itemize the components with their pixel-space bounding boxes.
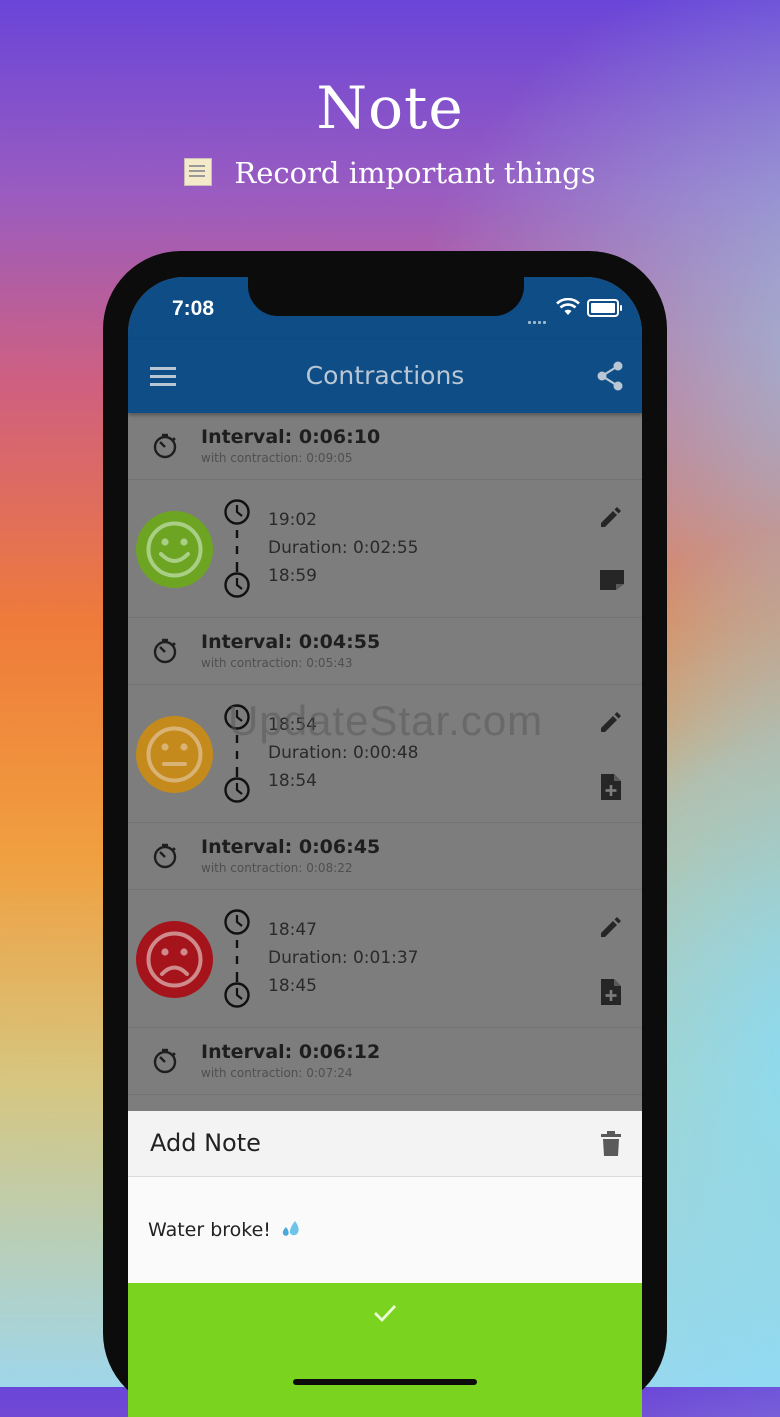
edit-icon[interactable] [598,504,624,530]
contraction-row[interactable]: 18:47 Duration: 0:01:37 18:45 [128,890,642,1028]
note-text: Water broke! [148,1219,271,1241]
share-icon[interactable] [596,361,624,391]
edit-icon[interactable] [598,709,624,735]
neutral-face-icon [136,716,213,793]
watermark: UpdateStar.com [228,697,544,744]
check-icon [374,1305,397,1323]
contraction-row[interactable]: 19:02 Duration: 0:02:55 18:59 [128,480,642,618]
note-input[interactable]: Water broke! [148,1219,303,1241]
interval-with-contraction: with contraction: 0:09:05 [201,451,353,465]
contraction-end-time: 19:02 [268,510,317,530]
stopwatch-icon [153,638,177,664]
sad-face-icon [136,921,213,998]
confirm-button[interactable] [128,1283,642,1417]
interval-row: Interval: 0:06:10 with contraction: 0:09… [128,413,642,480]
note-input-area[interactable]: Water broke! [128,1177,642,1283]
stopwatch-icon [153,1048,177,1074]
contraction-duration: Duration: 0:01:37 [268,948,419,968]
app-bar: Contractions [128,339,642,413]
add-note-sheet: Add Note Water broke! [128,1111,642,1417]
notch [248,277,524,316]
interval-value: Interval: 0:06:10 [201,426,381,448]
contraction-list: Interval: 0:06:10 with contraction: 0:09… [128,413,642,1095]
promo-subtitle: Record important things [234,156,596,190]
interval-with-contraction: with contraction: 0:08:22 [201,861,353,875]
edit-icon[interactable] [598,914,624,940]
status-time: 7:08 [172,297,215,320]
sheet-header: Add Note [128,1111,642,1177]
droplets-icon [282,1221,299,1236]
stopwatch-icon [153,433,177,459]
contraction-duration: Duration: 0:02:55 [268,538,419,558]
home-indicator [293,1379,477,1385]
interval-value: Interval: 0:06:45 [201,836,381,858]
interval-row: Interval: 0:06:12 with contraction: 0:07… [128,1028,642,1095]
battery-icon [587,299,622,317]
memo-icon [184,158,213,186]
interval-value: Interval: 0:04:55 [201,631,381,653]
phone-screen: 7:08 Contractions Interval: 0:06:10 with… [128,277,642,1417]
cellular-signal-icon [528,309,550,324]
phone-frame: 7:08 Contractions Interval: 0:06:10 with… [103,251,667,1417]
timeline-icon [224,909,250,1008]
app-title: Contractions [305,361,465,390]
contraction-duration: Duration: 0:00:48 [268,743,419,763]
contraction-start-time: 18:59 [268,566,317,586]
trash-icon[interactable] [600,1131,622,1157]
wifi-icon [556,298,580,315]
sheet-title: Add Note [150,1129,261,1157]
note-icon[interactable] [598,568,626,592]
promo-subtitle-row: Record important things [0,156,780,190]
interval-row: Interval: 0:06:45 with contraction: 0:08… [128,823,642,890]
interval-with-contraction: with contraction: 0:05:43 [201,656,353,670]
stopwatch-icon [153,843,177,869]
contraction-end-time: 18:47 [268,920,317,940]
interval-with-contraction: with contraction: 0:07:24 [201,1066,353,1080]
interval-row: Interval: 0:04:55 with contraction: 0:05… [128,618,642,685]
happy-face-icon [136,511,213,588]
note-add-icon[interactable] [598,978,624,1006]
contraction-start-time: 18:54 [268,771,317,791]
promo-title: Note [316,74,464,142]
timeline-icon [224,499,250,598]
contraction-start-time: 18:45 [268,976,317,996]
interval-value: Interval: 0:06:12 [201,1041,381,1063]
note-add-icon[interactable] [598,773,624,801]
